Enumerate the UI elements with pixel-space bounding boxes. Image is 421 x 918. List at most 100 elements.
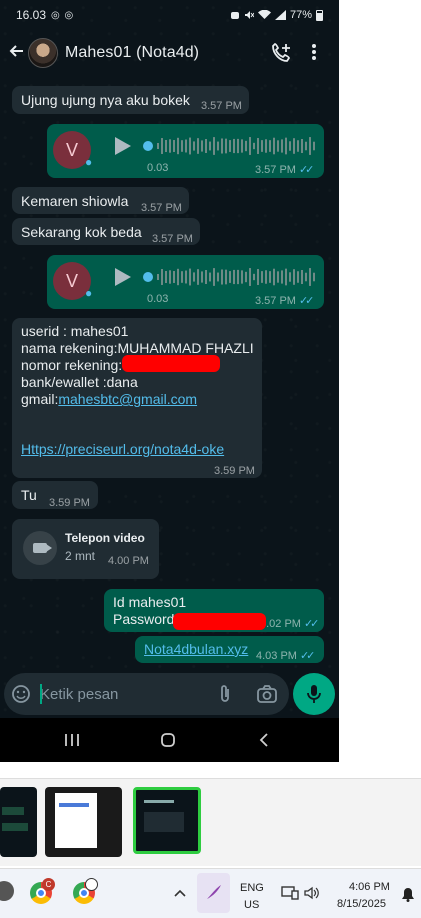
message-outgoing[interactable]: Nota4dbulan.xyz 4.03 PM ✓✓ xyxy=(135,636,324,663)
waveform-bar xyxy=(201,271,203,283)
clock-time[interactable]: 4:06 PM xyxy=(349,881,390,893)
waveform-bar xyxy=(157,143,159,149)
waveform-bar xyxy=(197,269,199,285)
waveform-bar xyxy=(205,270,207,284)
attach-icon[interactable] xyxy=(218,684,232,704)
waveform-bar xyxy=(189,268,191,286)
voice-seek-handle[interactable] xyxy=(143,141,153,151)
contact-avatar[interactable] xyxy=(28,38,58,68)
message-time: 4.02 PM ✓✓ xyxy=(260,618,320,630)
waveform-bar xyxy=(249,137,251,155)
waveform-bar xyxy=(257,138,259,154)
waveform-bar xyxy=(161,138,163,154)
status-right: 77% xyxy=(230,9,323,21)
waveform-bar xyxy=(217,141,219,151)
waveform-bar xyxy=(217,272,219,282)
wifi-icon xyxy=(257,10,271,19)
url-link[interactable]: Https://preciseurl.org/nota4d-oke xyxy=(21,441,224,458)
home-icon[interactable] xyxy=(160,732,176,748)
read-ticks-icon: ✓✓ xyxy=(298,295,315,307)
status-bar: 16.03 ◎ ◎ 77% xyxy=(0,0,339,30)
redaction-mark xyxy=(122,355,220,372)
waveform-bar xyxy=(273,137,275,155)
read-ticks-icon: ✓✓ xyxy=(303,618,320,630)
camera-icon[interactable] xyxy=(256,684,278,704)
back-icon[interactable] xyxy=(257,732,271,748)
waveform-bar xyxy=(213,137,215,155)
pen-app-icon[interactable] xyxy=(197,873,230,913)
message-incoming[interactable]: Kemaren shiowla 3.57 PM xyxy=(12,187,189,214)
info-line: gmail:mahesbtc@gmail.com xyxy=(21,391,198,407)
language-indicator[interactable]: ENG xyxy=(240,882,264,894)
waveform-bar xyxy=(309,268,311,286)
waveform-bar xyxy=(245,271,247,283)
waveform-bar xyxy=(209,272,211,282)
voice-message-outgoing[interactable]: V ● 0.03 3.57 PM ✓✓ xyxy=(47,255,324,309)
notification-bell-icon[interactable] xyxy=(401,887,415,902)
battery-icon xyxy=(316,9,323,21)
waveform-bar xyxy=(169,139,171,153)
url-link[interactable]: Nota4dbulan.xyz xyxy=(144,641,248,658)
chrome-icon[interactable]: C xyxy=(30,878,55,904)
message-input[interactable] xyxy=(40,682,200,706)
language-region[interactable]: US xyxy=(244,899,259,911)
voice-message-outgoing[interactable]: V ● 0.03 3.57 PM ✓✓ xyxy=(47,124,324,178)
window-thumbnail[interactable] xyxy=(0,787,37,857)
message-incoming[interactable]: Sekarang kok beda 3.57 PM xyxy=(12,218,200,245)
contact-name[interactable]: Mahes01 (Nota4d) xyxy=(65,44,199,62)
profile-badge: C xyxy=(42,878,55,891)
waveform-bar xyxy=(245,140,247,152)
waveform-bar xyxy=(277,140,279,152)
play-icon[interactable] xyxy=(115,268,131,286)
window-thumbnail-active[interactable] xyxy=(133,787,201,854)
message-text: Id mahes01 xyxy=(113,594,187,610)
waveform-bar xyxy=(185,139,187,153)
waveform-bar xyxy=(165,139,167,153)
waveform-bar xyxy=(249,268,251,286)
call-title: Telepon video xyxy=(65,531,145,545)
voice-record-button[interactable] xyxy=(293,673,335,715)
video-call-message[interactable]: Telepon video 2 mnt 4.00 PM xyxy=(12,519,159,579)
message-text: Tu xyxy=(21,487,37,503)
waveform-bar xyxy=(189,137,191,155)
waveform-bar xyxy=(165,270,167,284)
app-icon[interactable] xyxy=(0,881,14,901)
sticker-icon[interactable] xyxy=(11,684,31,704)
waveform-bar xyxy=(269,140,271,152)
add-call-icon[interactable] xyxy=(271,41,293,63)
email-link[interactable]: mahesbtc@gmail.com xyxy=(58,391,197,407)
waveform-bar xyxy=(289,141,291,151)
waveform-bar xyxy=(173,271,175,283)
alarm-icon xyxy=(230,12,239,19)
chrome-icon[interactable] xyxy=(73,878,98,904)
voice-seek-handle[interactable] xyxy=(143,272,153,282)
info-line: bank/ewallet :dana xyxy=(21,374,138,390)
play-icon[interactable] xyxy=(115,137,131,155)
more-options-icon[interactable] xyxy=(309,41,319,63)
back-arrow-icon[interactable] xyxy=(4,42,28,65)
signal-icon xyxy=(274,10,286,20)
waveform-bar xyxy=(173,140,175,152)
waveform-bar xyxy=(261,140,263,152)
waveform-bar xyxy=(225,138,227,154)
waveform-bar xyxy=(277,271,279,283)
desktop-background xyxy=(339,0,421,778)
waveform-bar xyxy=(213,268,215,286)
network-icon[interactable] xyxy=(281,886,299,900)
volume-icon[interactable] xyxy=(304,886,320,900)
message-incoming[interactable]: Tu 3.59 PM xyxy=(12,481,98,509)
chevron-up-icon[interactable] xyxy=(174,888,186,898)
message-incoming[interactable]: Ujung ujung nya aku bokek 3.57 PM xyxy=(12,86,249,114)
message-incoming-account-info[interactable]: userid : mahes01 nama rekening:MUHAMMAD … xyxy=(12,318,262,478)
message-text: Ujung ujung nya aku bokek xyxy=(21,92,190,108)
waveform-bar xyxy=(265,139,267,153)
waveform-bar xyxy=(197,138,199,154)
window-thumbnail[interactable] xyxy=(45,787,122,857)
recents-icon[interactable] xyxy=(64,732,80,748)
clock-date[interactable]: 8/15/2025 xyxy=(337,898,386,910)
waveform-bar xyxy=(205,139,207,153)
voice-duration: 0.03 xyxy=(147,293,169,305)
read-ticks-icon: ✓✓ xyxy=(298,164,315,176)
task-view-thumbnails xyxy=(0,778,421,866)
waveform-bar xyxy=(289,272,291,282)
